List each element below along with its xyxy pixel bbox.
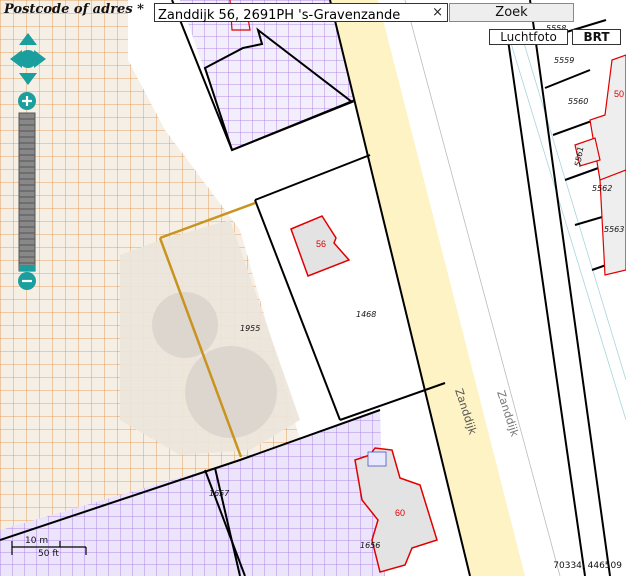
pan-left-icon[interactable]	[10, 50, 22, 68]
brt-layer-button[interactable]: BRT	[572, 29, 621, 45]
parcel-label-5562: 5562	[592, 184, 612, 193]
scale-bar: 10 m 50 ft	[10, 535, 90, 561]
aerial-layer-button[interactable]: Luchtfoto	[489, 29, 568, 45]
search-box[interactable]: ×	[154, 3, 448, 24]
parcel-label-1955: 1955	[240, 324, 260, 333]
pan-down-icon[interactable]	[19, 73, 37, 85]
parcel-label-5560: 5560	[568, 97, 588, 106]
scale-metric-label: 10 m	[25, 536, 49, 546]
zoom-out-icon[interactable]	[18, 272, 36, 290]
search-label: Postcode of adres *	[4, 2, 144, 17]
tree-circle-1	[152, 292, 218, 358]
house-number-60: 60	[395, 508, 405, 518]
street-label-verge: Zanddijk	[494, 389, 521, 439]
right-buildings	[574, 54, 626, 276]
search-input[interactable]	[155, 7, 428, 24]
house-number-56: 56	[316, 239, 326, 249]
clear-icon[interactable]: ×	[432, 4, 443, 21]
coordinate-readout: 70334, 446509	[553, 561, 622, 571]
parcel-label-1656: 1656	[360, 541, 380, 550]
pan-right-icon[interactable]	[34, 50, 46, 68]
parcel-label-1657: 1657	[209, 489, 230, 498]
building-60-annex	[367, 451, 387, 467]
zoom-in-icon[interactable]	[18, 92, 36, 110]
parcel-label-1468: 1468	[356, 310, 376, 319]
house-number-50: 50	[614, 89, 624, 99]
pan-up-icon[interactable]	[19, 33, 37, 45]
parcel-label-5563: 5563	[604, 225, 624, 234]
zoom-slider-handle[interactable]	[19, 265, 35, 271]
navigation-control[interactable]	[10, 33, 46, 291]
search-button[interactable]: Zoek	[449, 3, 574, 22]
scale-imperial-label: 50 ft	[38, 549, 59, 559]
map-canvas[interactable]: 56 60 50 1955 1468 1657 1656 5558 5559 5…	[0, 0, 626, 576]
tree-circle-2	[185, 346, 277, 438]
parcel-label-5559: 5559	[554, 56, 574, 65]
